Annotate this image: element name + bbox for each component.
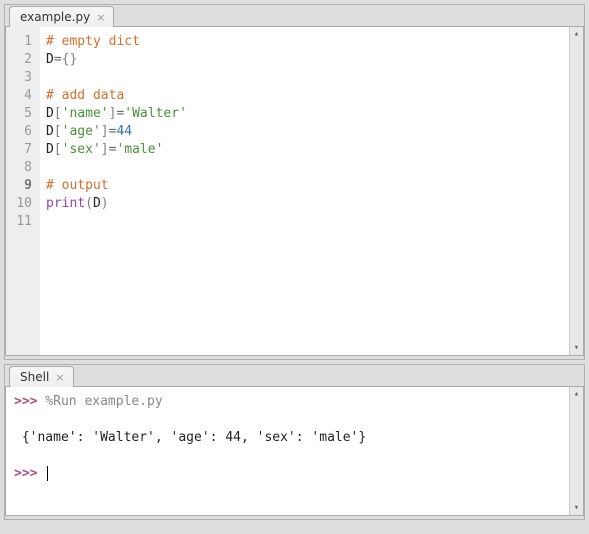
code-line <box>46 213 569 231</box>
line-number: 6 <box>10 123 32 141</box>
scrollbar-up-icon[interactable]: ▴ <box>570 387 583 401</box>
code-line: # output <box>46 177 569 195</box>
shell-scrollbar[interactable]: ▴ ▾ <box>569 387 583 515</box>
line-number: 10 <box>10 195 32 213</box>
shell-line: >>> %Run example.py <box>14 393 569 411</box>
scrollbar-down-icon[interactable]: ▾ <box>570 501 583 515</box>
line-number: 2 <box>10 51 32 69</box>
shell-content: >>> %Run example.py {'name': 'Walter', '… <box>5 386 584 516</box>
editor-tab-label: example.py <box>20 10 90 24</box>
cursor <box>47 466 48 481</box>
line-number: 5 <box>10 105 32 123</box>
line-gutter: 1234567891011 <box>6 27 40 355</box>
editor-panel: example.py × 1234567891011 # empty dictD… <box>4 4 585 360</box>
line-number: 3 <box>10 69 32 87</box>
line-number: 9 <box>10 177 32 195</box>
line-number: 8 <box>10 159 32 177</box>
shell-prompt-line[interactable]: >>> <box>14 465 569 483</box>
close-icon[interactable]: × <box>55 372 64 383</box>
line-number: 7 <box>10 141 32 159</box>
shell-area[interactable]: >>> %Run example.py {'name': 'Walter', '… <box>6 387 569 515</box>
shell-tab-label: Shell <box>20 370 49 384</box>
scrollbar-down-icon[interactable]: ▾ <box>570 341 583 355</box>
close-icon[interactable]: × <box>96 12 105 23</box>
shell-panel: Shell × >>> %Run example.py {'name': 'Wa… <box>4 364 585 520</box>
code-line: D['name']='Walter' <box>46 105 569 123</box>
code-line: D['sex']='male' <box>46 141 569 159</box>
code-line: D={} <box>46 51 569 69</box>
code-line: # add data <box>46 87 569 105</box>
editor-scrollbar[interactable]: ▴ ▾ <box>569 27 583 355</box>
line-number: 11 <box>10 213 32 231</box>
scrollbar-up-icon[interactable]: ▴ <box>570 27 583 41</box>
shell-tab[interactable]: Shell × <box>9 366 74 387</box>
code-area[interactable]: # empty dictD={} # add dataD['name']='Wa… <box>40 27 569 355</box>
shell-output: {'name': 'Walter', 'age': 44, 'sex': 'ma… <box>14 429 569 447</box>
code-line: D['age']=44 <box>46 123 569 141</box>
code-line: print(D) <box>46 195 569 213</box>
code-line <box>46 69 569 87</box>
code-line: # empty dict <box>46 33 569 51</box>
line-number: 1 <box>10 33 32 51</box>
line-number: 4 <box>10 87 32 105</box>
code-line <box>46 159 569 177</box>
editor-content: 1234567891011 # empty dictD={} # add dat… <box>5 26 584 356</box>
editor-tab[interactable]: example.py × <box>9 6 114 27</box>
